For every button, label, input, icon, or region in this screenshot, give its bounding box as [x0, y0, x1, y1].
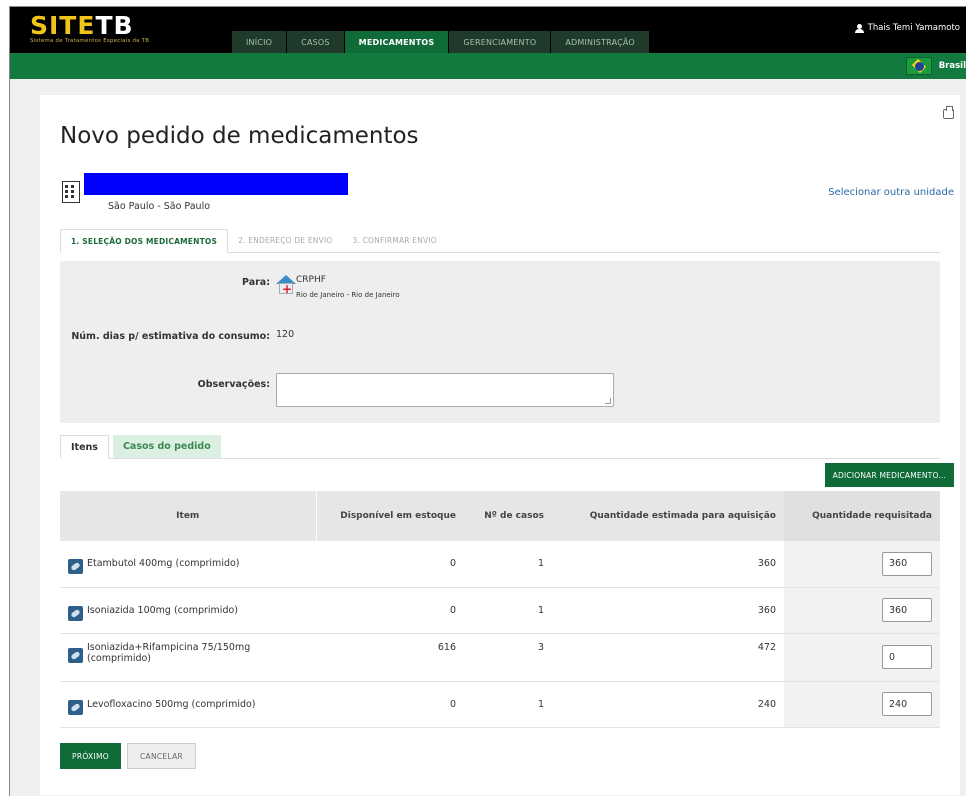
building-icon [62, 181, 80, 203]
table-header-row: Item Disponível em estoque Nº de casos Q… [60, 491, 940, 541]
requested-quantity-input[interactable]: 240 [882, 692, 932, 716]
medicine-icon[interactable] [68, 559, 83, 575]
unit-location: São Paulo - São Paulo [108, 201, 211, 212]
header-item: Item [60, 491, 316, 541]
nav-casos[interactable]: CASOS [287, 31, 345, 53]
days-label: Núm. dias p/ estimativa do consumo: [71, 331, 270, 342]
days-value: 120 [276, 329, 295, 340]
cancel-button[interactable]: CANCELAR [126, 743, 197, 769]
next-button[interactable]: PRÓXIMO [60, 743, 121, 769]
print-icon[interactable] [943, 106, 954, 119]
requested-quantity-input[interactable]: 360 [882, 551, 932, 576]
main-nav: INÍCIO CASOS MEDICAMENTOS GERENCIAMENTO … [232, 31, 650, 53]
select-other-unit-link[interactable]: Selecionar outra unidade [828, 187, 954, 198]
table-row: Isoniazida 100mg (comprimido) 0 1 360 36… [60, 587, 940, 634]
stock-value: 0 [316, 587, 464, 634]
header-cases: Nº de casos [464, 491, 552, 541]
medicines-table: Item Disponível em estoque Nº de casos Q… [60, 491, 940, 728]
app-window: SITETB Sistema de Tratamentos Especiais … [9, 6, 966, 796]
form-actions: PRÓXIMO CANCELAR [60, 743, 197, 769]
cases-value: 1 [464, 541, 552, 588]
estimated-value: 360 [552, 541, 784, 588]
sub-header-bar [10, 53, 966, 79]
table-row: Levofloxacino 500mg (comprimido) 0 1 240… [60, 681, 940, 728]
logo[interactable]: SITETB Sistema de Tratamentos Especiais … [30, 11, 150, 45]
stock-value: 0 [316, 681, 464, 728]
header-stock: Disponível em estoque [315, 491, 464, 541]
step-confirm[interactable]: 3. CONFIRMAR ENVIO [342, 229, 446, 252]
item-name: Isoniazida+Rifampicina 75/150mg (comprim… [87, 641, 251, 664]
destination-region: Rio de Janeiro - Rio de Janeiro [296, 291, 400, 299]
step-selection[interactable]: 1. SELEÇÃO DOS MEDICAMENTOS [60, 229, 229, 253]
requested-quantity-input[interactable]: 360 [882, 598, 932, 622]
requested-quantity-input[interactable]: 0 [882, 645, 932, 669]
unit-info: São Paulo - São Paulo [62, 173, 392, 217]
to-label: Para: [241, 277, 270, 288]
estimated-value: 472 [552, 633, 784, 682]
destination-name: CRPHF [296, 275, 326, 285]
estimated-value: 240 [552, 681, 784, 728]
header-estimated: Quantidade estimada para aquisição [552, 491, 784, 541]
medicine-icon[interactable] [68, 605, 83, 621]
order-form: Para: + CRPHF Rio de Janeiro - Rio de Ja… [60, 261, 940, 423]
content-card: Novo pedido de medicamentos São Paulo - … [40, 95, 960, 795]
nav-administracao[interactable]: ADMINISTRAÇÃO [551, 31, 650, 53]
tab-itens[interactable]: Itens [60, 435, 109, 459]
user-menu[interactable]: Thais Temi Yamamoto [854, 23, 960, 33]
cases-value: 1 [464, 587, 552, 634]
cases-value: 3 [464, 633, 552, 682]
header-requested: Quantidade requisitada [784, 491, 940, 541]
medicine-icon[interactable] [68, 647, 83, 663]
notes-textarea[interactable] [276, 373, 614, 407]
nav-inicio[interactable]: INÍCIO [232, 31, 288, 53]
stock-value: 0 [316, 541, 464, 588]
item-name: Isoniazida 100mg (comprimido) [87, 604, 238, 616]
top-bar: SITETB Sistema de Tratamentos Especiais … [10, 7, 966, 53]
table-row: Etambutol 400mg (comprimido) 0 1 360 360 [60, 541, 940, 588]
logo-subtitle: Sistema de Tratamentos Especiais da TB [30, 38, 150, 44]
stock-value: 616 [316, 633, 464, 682]
notes-label: Observações: [197, 379, 270, 390]
cases-value: 1 [464, 681, 552, 728]
logo-text: SITETB [30, 11, 134, 40]
nav-gerenciamento[interactable]: GERENCIAMENTO [449, 31, 552, 53]
step-address[interactable]: 2. ENDEREÇO DE ENVIO [228, 229, 342, 252]
medicine-icon[interactable] [68, 699, 83, 715]
estimated-value: 360 [552, 587, 784, 634]
wizard-steps: 1. SELEÇÃO DOS MEDICAMENTOS 2. ENDEREÇO … [60, 229, 940, 253]
user-name: Thais Temi Yamamoto [867, 23, 960, 33]
item-tabs: Itens Casos do pedido [60, 435, 940, 459]
item-name: Levofloxacino 500mg (comprimido) [87, 698, 256, 710]
item-name: Etambutol 400mg (comprimido) [87, 558, 240, 570]
country-label: Brasil [938, 61, 966, 71]
page-title: Novo pedido de medicamentos [60, 123, 419, 149]
table-row: Isoniazida+Rifampicina 75/150mg (comprim… [60, 633, 940, 682]
brazil-flag-icon[interactable] [906, 57, 932, 75]
unit-name-redacted [84, 173, 348, 195]
nav-medicamentos[interactable]: MEDICAMENTOS [344, 31, 450, 53]
add-medicine-button[interactable]: ADICIONAR MEDICAMENTO... [824, 463, 954, 487]
user-icon [854, 23, 864, 33]
tab-casos-do-pedido[interactable]: Casos do pedido [112, 435, 221, 458]
